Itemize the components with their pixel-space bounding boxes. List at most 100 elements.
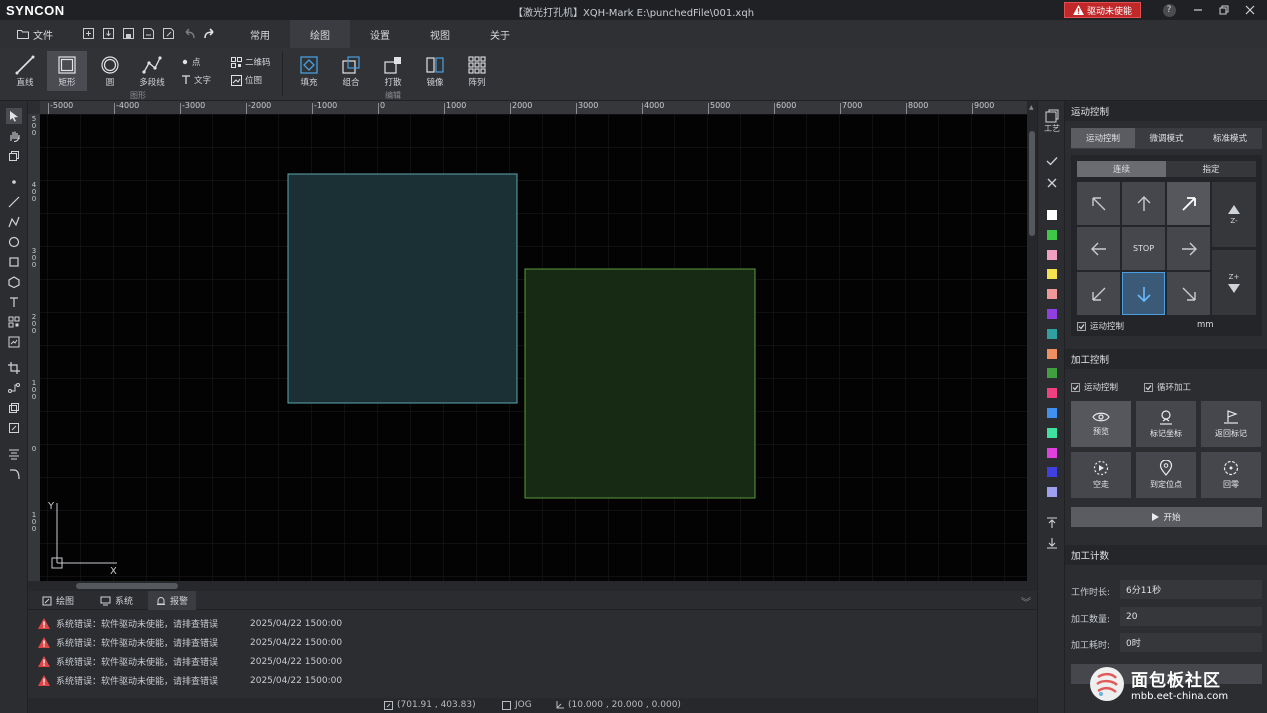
tab-view[interactable]: 视图 [420, 20, 460, 48]
horizontal-scrollbar[interactable] [28, 581, 1027, 591]
z-plus-button[interactable]: Z+ [1212, 250, 1256, 315]
mode-fine-tune[interactable]: 微调模式 [1135, 128, 1198, 148]
start-button[interactable]: 开始 [1071, 507, 1262, 527]
bitmap-draw-tool[interactable] [6, 334, 22, 350]
dry-run-button[interactable]: 空走 [1071, 452, 1131, 498]
array-tool[interactable]: 阵列 [464, 54, 490, 88]
motion-enable-check[interactable] [1077, 321, 1086, 331]
jog-stop-button[interactable]: STOP [1122, 227, 1165, 270]
confirm-button[interactable] [1046, 155, 1058, 167]
close-button[interactable] [1241, 2, 1259, 18]
point-tool[interactable]: 点 [181, 56, 201, 68]
mode-motion-control[interactable]: 运动控制 [1071, 128, 1135, 148]
jog-right-button[interactable] [1167, 227, 1210, 270]
jog-up-button[interactable] [1122, 182, 1165, 225]
color-swatch[interactable] [1047, 309, 1057, 319]
point-draw-tool[interactable] [6, 174, 22, 190]
loop-process-checkbox[interactable]: 循环加工 [1144, 381, 1191, 393]
scroll-up-icon[interactable]: ▲ [1029, 104, 1035, 111]
arc-tool[interactable] [6, 466, 22, 482]
color-swatch[interactable] [1047, 368, 1057, 379]
combine-tool[interactable]: 组合 [338, 54, 364, 88]
mark-coords-button[interactable]: 标记坐标 [1136, 401, 1196, 447]
collapse-panel-icon[interactable]: ︾ [1021, 594, 1031, 609]
horizontal-scroll-thumb[interactable] [76, 583, 178, 589]
tab-settings[interactable]: 设置 [360, 20, 400, 48]
redo-icon[interactable] [203, 27, 217, 40]
rect-draw-tool[interactable] [6, 254, 22, 270]
jog-down-button[interactable] [1122, 272, 1165, 315]
mirror-tool[interactable]: 镜像 [422, 54, 448, 88]
line-tool[interactable]: 直线 [10, 54, 40, 88]
rect-tool[interactable]: 矩形 [47, 51, 87, 91]
circle-tool[interactable]: 圆 [95, 54, 125, 88]
explode-tool[interactable]: 打散 [380, 54, 406, 88]
submode-continuous[interactable]: 连续 [1077, 161, 1166, 177]
process-motion-check[interactable] [1071, 382, 1080, 392]
jog-left-button[interactable] [1077, 227, 1120, 270]
color-swatch[interactable] [1047, 487, 1057, 498]
crop-tool[interactable] [6, 360, 22, 376]
minimize-button[interactable] [1189, 2, 1207, 18]
move-up-button[interactable] [1046, 517, 1058, 529]
rect-shape-2[interactable] [524, 268, 756, 499]
polygon-draw-tool[interactable] [6, 274, 22, 290]
node-tool[interactable] [6, 380, 22, 396]
submode-specified[interactable]: 指定 [1166, 161, 1256, 177]
color-swatch[interactable] [1047, 348, 1057, 359]
text-tool[interactable]: 文字 [181, 74, 211, 86]
jog-down-right-button[interactable] [1167, 272, 1210, 315]
circle-draw-tool[interactable] [6, 234, 22, 250]
color-swatch[interactable] [1047, 269, 1057, 280]
tab-about[interactable]: 关于 [480, 20, 520, 48]
color-swatch[interactable] [1047, 408, 1057, 418]
color-swatch[interactable] [1047, 427, 1057, 438]
tab-common[interactable]: 常用 [239, 20, 281, 48]
return-mark-button[interactable]: 返回标记 [1201, 401, 1261, 447]
qrcode-tool[interactable]: 二维码 [231, 56, 271, 68]
tab-system-log[interactable]: 系统 [92, 591, 141, 610]
pan-tool[interactable] [6, 128, 22, 144]
save-as-icon[interactable] [142, 27, 155, 40]
polyline-draw-tool[interactable] [6, 214, 22, 230]
jog-down-left-button[interactable] [1077, 272, 1120, 315]
motion-enable-checkbox[interactable]: 运动控制 [1077, 320, 1124, 332]
layer-tool[interactable] [6, 148, 22, 164]
maximize-button[interactable] [1215, 2, 1233, 18]
line-draw-tool[interactable] [6, 194, 22, 210]
vertical-scrollbar[interactable]: ▲ [1027, 101, 1037, 591]
z-minus-button[interactable]: Z- [1212, 182, 1256, 247]
process-motion-checkbox[interactable]: 运动控制 [1071, 381, 1118, 393]
cancel-button[interactable] [1046, 177, 1058, 189]
color-swatch[interactable] [1047, 447, 1057, 458]
property-tool[interactable] [6, 420, 22, 436]
rect-shape-1[interactable] [287, 173, 518, 404]
file-menu[interactable]: 文件 [10, 20, 60, 48]
move-down-button[interactable] [1046, 537, 1058, 549]
color-swatch[interactable] [1047, 249, 1057, 260]
import-icon[interactable] [102, 27, 115, 40]
help-button[interactable]: ? [1160, 2, 1178, 18]
color-swatch[interactable] [1047, 328, 1057, 339]
undo-icon[interactable] [182, 27, 196, 40]
save-icon[interactable] [122, 27, 135, 40]
home-button[interactable]: 回零 [1201, 452, 1261, 498]
mode-standard[interactable]: 标准模式 [1198, 128, 1262, 148]
text-draw-tool[interactable] [6, 294, 22, 310]
bitmap-tool[interactable]: 位图 [231, 74, 262, 86]
jog-up-left-button[interactable] [1077, 182, 1120, 225]
jog-up-right-button[interactable] [1167, 182, 1210, 225]
duplicate-tool[interactable] [6, 400, 22, 416]
qrcode-draw-tool[interactable] [6, 314, 22, 330]
driver-alert-button[interactable]: 驱动未使能 [1064, 2, 1141, 18]
craft-button[interactable]: 工艺 [1044, 109, 1060, 134]
polyline-tool[interactable]: 多段线 [136, 54, 168, 88]
vertical-scroll-thumb[interactable] [1029, 131, 1035, 236]
align-tool[interactable] [6, 446, 22, 462]
select-tool[interactable] [6, 108, 22, 124]
export-icon[interactable] [162, 27, 175, 40]
color-swatch[interactable] [1047, 289, 1057, 300]
color-swatch[interactable] [1047, 229, 1057, 240]
preview-button[interactable]: 预览 [1071, 401, 1131, 447]
go-to-locate-button[interactable]: 到定位点 [1136, 452, 1196, 498]
